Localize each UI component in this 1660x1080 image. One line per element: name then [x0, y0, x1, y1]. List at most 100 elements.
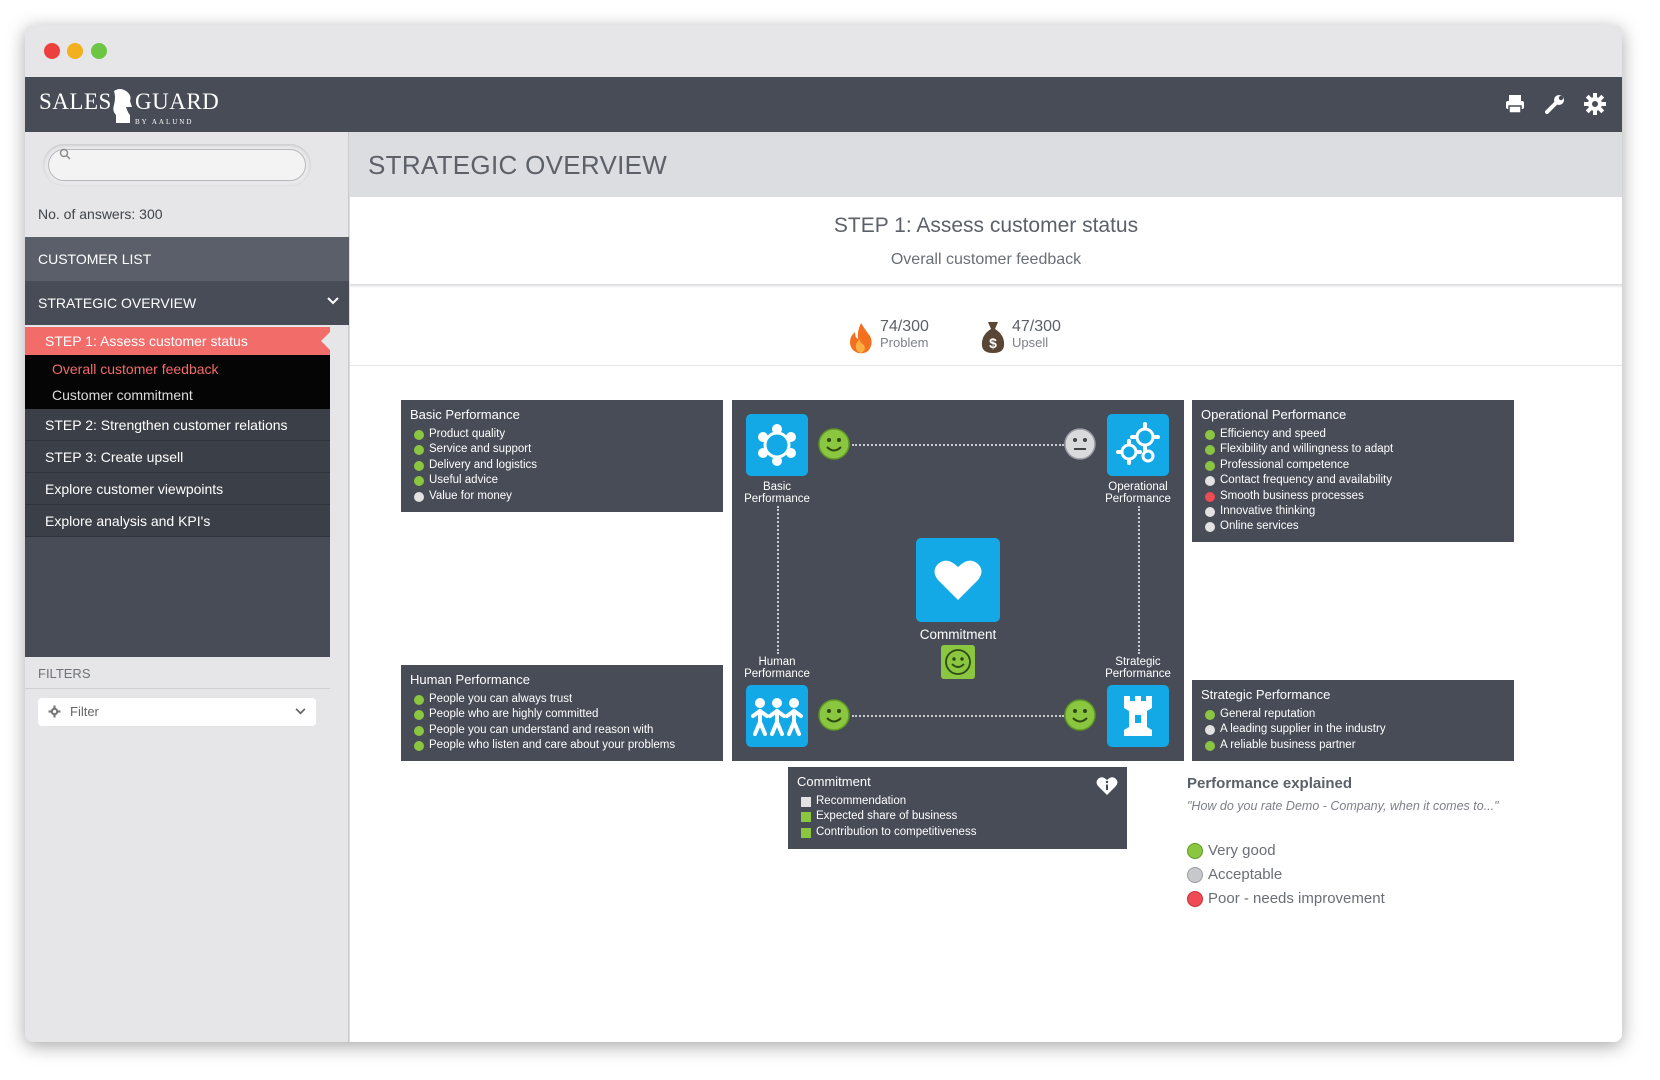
- step-subtitle: Overall customer feedback: [890, 251, 1082, 268]
- nav-strategic-overview[interactable]: STRATEGIC OVERVIEW: [25, 281, 349, 325]
- wrench-icon[interactable]: [1542, 91, 1568, 117]
- close-window-button[interactable]: [44, 43, 60, 59]
- criterion-label: A leading supplier in the industry: [1220, 723, 1386, 736]
- maximize-window-button[interactable]: [91, 43, 107, 59]
- criterion-item: A leading supplier in the industry: [1205, 722, 1386, 737]
- smiley-face-icon: [1064, 699, 1096, 731]
- search-input[interactable]: [48, 149, 306, 181]
- criterion-item: Efficiency and speed: [1205, 427, 1393, 442]
- status-dot: [801, 812, 811, 823]
- gears-icon: [1116, 422, 1160, 465]
- commitment-panel[interactable]: Commitment Recommendation Expected share …: [788, 767, 1127, 849]
- print-icon[interactable]: [1502, 91, 1528, 117]
- status-dot: [1187, 843, 1203, 859]
- sidebar: No. of answers: 300 CUSTOMER LIST STRATE…: [25, 132, 349, 1042]
- panel-title: Commitment: [797, 774, 871, 789]
- status-dot: [414, 430, 424, 440]
- top-bar: SALES GUARD BY AALUND: [25, 77, 1622, 132]
- nav-customer-commitment[interactable]: Customer commitment: [52, 387, 193, 403]
- status-dot: [1205, 430, 1215, 440]
- human-performance-tile[interactable]: [746, 685, 808, 747]
- panel-title: Human Performance: [410, 672, 530, 687]
- criterion-label: Online services: [1220, 520, 1299, 533]
- status-dot: [1205, 710, 1215, 720]
- salesguard-logo[interactable]: SALES GUARD BY AALUND: [39, 83, 219, 127]
- people-icon: [751, 698, 803, 736]
- legend-item-poor: Poor - needs improvement: [1187, 890, 1385, 908]
- criterion-label: Flexibility and willingness to adapt: [1220, 443, 1394, 456]
- problem-label: Problem: [880, 335, 929, 350]
- status-dot: [1205, 460, 1215, 471]
- nav-explore-viewpoints[interactable]: Explore customer viewpoints: [25, 473, 330, 505]
- basic-performance-label: Basic Performance: [732, 481, 822, 505]
- criterion-item: Online services: [1205, 519, 1393, 534]
- operational-performance-tile[interactable]: [1107, 414, 1169, 476]
- strategic-performance-tile[interactable]: [1107, 685, 1169, 747]
- panel-title: Operational Performance: [1201, 407, 1347, 422]
- criterion-item: A reliable business partner: [1205, 738, 1386, 753]
- legend-label: Very good: [1208, 842, 1276, 859]
- status-dot: [414, 491, 424, 502]
- nav-customer-list[interactable]: CUSTOMER LIST: [25, 237, 349, 281]
- nav-strategic-overview-label: STRATEGIC OVERVIEW: [38, 295, 197, 311]
- smiley-face-icon: [818, 428, 850, 460]
- criteria-list: Product quality Service and support Delive…: [414, 427, 537, 504]
- criterion-item: General reputation: [1205, 707, 1386, 722]
- minimize-window-button[interactable]: [67, 43, 83, 59]
- status-dot: [1187, 891, 1203, 907]
- criterion-label: People who listen and care about your pr…: [429, 739, 676, 752]
- title-bar: [25, 25, 1622, 77]
- smiley-face-icon: [818, 699, 850, 731]
- criterion-item: Delivery and logistics: [414, 458, 537, 473]
- connector-line: [1138, 506, 1140, 654]
- criterion-label: Product quality: [429, 428, 506, 440]
- criteria-list: People you can always trust People who ar…: [414, 692, 675, 754]
- chevron-down-icon: [327, 297, 339, 305]
- legend-title: Performance explained: [1187, 775, 1353, 792]
- step-list: STEP 2: Strengthen customer relations ST…: [25, 409, 330, 537]
- human-performance-panel[interactable]: Human Performance People you can always …: [401, 665, 723, 761]
- strategic-performance-panel[interactable]: Strategic Performance General reputation…: [1192, 680, 1514, 761]
- panel-title: Basic Performance: [410, 407, 520, 422]
- criterion-label: Smooth business processes: [1220, 489, 1364, 502]
- tile-label-line: Performance: [1105, 493, 1171, 505]
- basic-performance-tile[interactable]: [746, 414, 808, 476]
- nav-explore-kpis[interactable]: Explore analysis and KPI's: [25, 505, 330, 537]
- status-dot: [1205, 522, 1215, 533]
- commitment-tile[interactable]: [916, 538, 1000, 622]
- molecule-icon: [758, 424, 796, 466]
- heart-icon: [934, 560, 982, 600]
- nav-step-3[interactable]: STEP 3: Create upsell: [25, 441, 330, 473]
- connector-line: [852, 715, 1064, 717]
- operational-performance-panel[interactable]: Operational Performance Efficiency and s…: [1192, 400, 1514, 542]
- criterion-label: Contribution to competitiveness: [816, 825, 977, 838]
- operational-performance-label: Operational Performance: [1093, 481, 1183, 505]
- castle-tower-icon: [1124, 696, 1152, 736]
- logo-word-right: GUARD: [135, 89, 220, 114]
- heart-info-icon[interactable]: [1096, 776, 1118, 796]
- filter-dropdown[interactable]: Filter: [38, 698, 316, 726]
- nav-step-1[interactable]: STEP 1: Assess customer status: [25, 327, 331, 355]
- criterion-item: People you can understand and reason wit…: [414, 723, 675, 738]
- connector-line: [777, 506, 779, 654]
- criterion-label: Expected share of business: [816, 810, 958, 823]
- nav-overall-feedback[interactable]: Overall customer feedback: [52, 361, 219, 377]
- legend-quote: "How do you rate Demo - Company, when it…: [1187, 799, 1499, 813]
- gear-icon: [48, 705, 61, 718]
- nav-step-2[interactable]: STEP 2: Strengthen customer relations: [25, 409, 330, 441]
- criterion-label: People who are highly committed: [429, 708, 599, 721]
- criterion-label: General reputation: [1220, 708, 1316, 720]
- status-dot: [801, 797, 811, 807]
- criterion-item: Expected share of business: [801, 809, 976, 824]
- status-dot: [1205, 725, 1215, 736]
- connector-line: [852, 444, 1064, 446]
- flame-icon: [850, 323, 872, 354]
- status-dot: [1205, 491, 1215, 502]
- page-header: STRATEGIC OVERVIEW: [350, 132, 1622, 197]
- legend-label: Poor - needs improvement: [1208, 890, 1385, 907]
- search-icon: [59, 148, 71, 160]
- basic-performance-panel[interactable]: Basic Performance Product quality Service…: [401, 400, 723, 512]
- settings-gear-icon[interactable]: [1582, 91, 1608, 117]
- criterion-label: Value for money: [429, 489, 512, 502]
- app-window: SALES GUARD BY AALUND No. of answers: 30…: [25, 25, 1622, 1042]
